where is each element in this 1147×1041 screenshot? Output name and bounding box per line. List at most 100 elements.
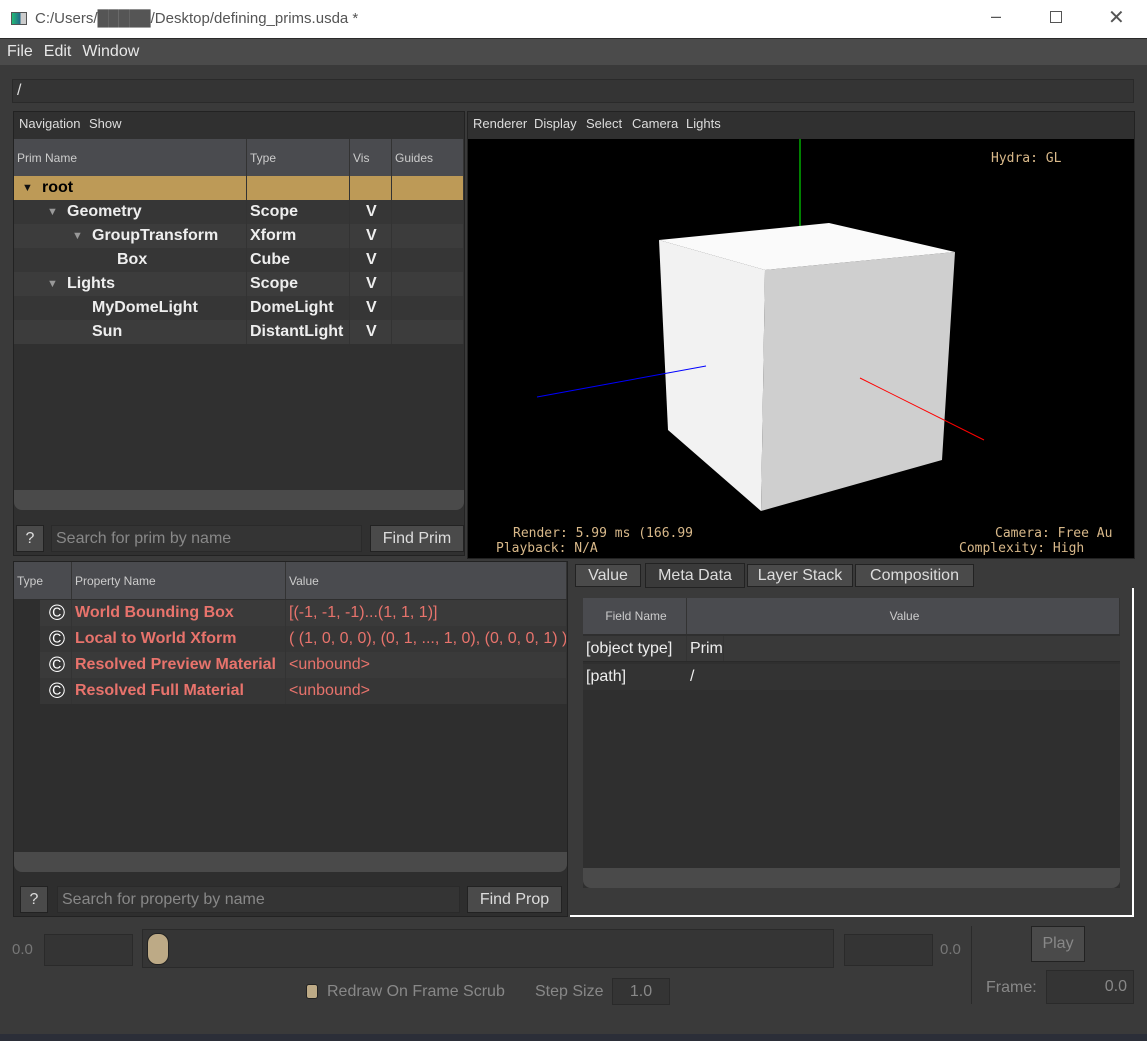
col-prim-name[interactable]: Prim Name [14,139,247,176]
prim-row[interactable]: ▼ GroupTransform Xform V [14,224,464,248]
prim-type: Scope [247,200,350,224]
prim-guides[interactable] [392,248,464,272]
close-button[interactable]: ✕ [1108,5,1125,30]
prim-guides[interactable] [392,224,464,248]
prim-vis[interactable]: V [350,224,392,248]
tab-composition[interactable]: Composition [855,564,974,587]
prim-guides[interactable] [392,296,464,320]
prim-type: DomeLight [247,296,350,320]
computed-property-icon: © [40,678,72,704]
col-guides[interactable]: Guides [392,139,464,176]
prim-vis[interactable] [350,176,392,200]
maximize-button[interactable] [1050,11,1062,23]
prim-row[interactable]: ▼ Lights Scope V [14,272,464,296]
prim-menu-bar: Navigation Show [14,112,464,138]
property-search-input[interactable]: Search for property by name [57,886,460,913]
redraw-label: Redraw On Frame Scrub [327,983,505,1000]
property-help-button[interactable]: ? [20,886,48,913]
prim-vis[interactable]: V [350,248,392,272]
menu-show[interactable]: Show [89,116,122,131]
cube-right-face [761,252,955,511]
prim-search-input[interactable]: Search for prim by name [51,525,362,552]
metadata-row[interactable]: [object type] Prim [583,636,1120,662]
col-value[interactable]: Value [286,562,567,599]
expand-arrow-icon[interactable]: ▼ [72,230,92,242]
field-name: [path] [583,664,687,690]
prim-guides[interactable] [392,320,464,344]
col-value[interactable]: Value [687,598,1120,634]
prim-row[interactable]: ▼ Geometry Scope V [14,200,464,224]
tab-layer-stack[interactable]: Layer Stack [747,564,853,587]
prim-name: GroupTransform [92,227,219,244]
play-button[interactable]: Play [1031,926,1085,962]
property-value: [(-1, -1, -1)...(1, 1, 1)] [286,600,567,626]
property-scrollbar[interactable] [14,852,567,872]
expand-arrow-icon[interactable]: ▼ [47,278,67,290]
step-size-input[interactable]: 1.0 [612,978,670,1005]
menu-navigation[interactable]: Navigation [19,116,80,131]
bottom-edge [0,1034,1147,1041]
prim-row[interactable]: MyDomeLight DomeLight V [14,296,464,320]
prim-vis[interactable]: V [350,296,392,320]
prim-vis[interactable]: V [350,200,392,224]
property-row[interactable]: © World Bounding Box [(-1, -1, -1)...(1,… [40,600,567,626]
expand-arrow-icon[interactable]: ▼ [22,182,42,194]
path-field[interactable]: / [12,79,1134,103]
metadata-row[interactable]: [path] / [583,664,1120,690]
metadata-scrollbar[interactable] [583,868,1120,888]
slider-handle[interactable] [147,933,169,965]
cube-left-face [659,240,765,511]
property-name: World Bounding Box [72,600,286,626]
prim-guides[interactable] [392,272,464,296]
prim-name: Geometry [67,203,142,220]
app-icon [11,12,27,25]
computed-property-icon: © [40,600,72,626]
prim-table-header: Prim Name Type Vis Guides [14,139,464,176]
viewport-menu-bar: Renderer Display Select Camera Lights [468,112,1134,139]
menu-renderer[interactable]: Renderer [473,116,527,131]
property-name: Local to World Xform [72,626,286,652]
col-type[interactable]: Type [247,139,350,176]
property-row[interactable]: © Resolved Preview Material <unbound> [40,652,567,678]
frame-label: Frame: [986,979,1037,996]
prim-row[interactable]: ▼ root [14,176,464,200]
col-property-name[interactable]: Property Name [72,562,286,599]
tab-meta-data[interactable]: Meta Data [645,563,745,588]
tab-value[interactable]: Value [575,564,641,587]
field-value: Prim [687,636,724,661]
menu-select[interactable]: Select [586,116,622,131]
col-vis[interactable]: Vis [350,139,392,176]
menu-edit[interactable]: Edit [37,39,76,61]
prim-guides[interactable] [392,176,464,200]
frame-input[interactable]: 0.0 [1046,970,1134,1004]
menu-file[interactable]: File [0,39,37,61]
prim-help-button[interactable]: ? [16,525,44,552]
menu-window[interactable]: Window [75,39,143,61]
frame-slider[interactable] [142,929,834,968]
menu-display[interactable]: Display [534,116,577,131]
prim-row[interactable]: Sun DistantLight V [14,320,464,344]
minimize-button[interactable]: – [991,6,1001,27]
prim-guides[interactable] [392,200,464,224]
prim-vis[interactable]: V [350,320,392,344]
prim-vis[interactable]: V [350,272,392,296]
end-frame-input[interactable] [844,934,933,966]
property-row[interactable]: © Resolved Full Material <unbound> [40,678,567,704]
viewport-panel: Renderer Display Select Camera Lights Hy… [467,111,1135,559]
menu-camera[interactable]: Camera [632,116,678,131]
property-row[interactable]: © Local to World Xform ( (1, 0, 0, 0), (… [40,626,567,652]
start-frame-input[interactable] [44,934,133,966]
viewport-canvas[interactable] [468,139,1134,558]
field-value: / [687,664,696,690]
prim-name: MyDomeLight [92,299,198,316]
col-type[interactable]: Type [14,562,72,599]
prim-row[interactable]: Box Cube V [14,248,464,272]
metadata-view: Field Name Value [object type] Prim [pat… [570,588,1134,917]
menu-lights[interactable]: Lights [686,116,721,131]
find-prop-button[interactable]: Find Prop [467,886,562,913]
prim-scrollbar[interactable] [14,490,464,510]
find-prim-button[interactable]: Find Prim [370,525,464,552]
expand-arrow-icon[interactable]: ▼ [47,206,67,218]
redraw-checkbox[interactable] [306,984,318,999]
col-field-name[interactable]: Field Name [583,598,687,634]
